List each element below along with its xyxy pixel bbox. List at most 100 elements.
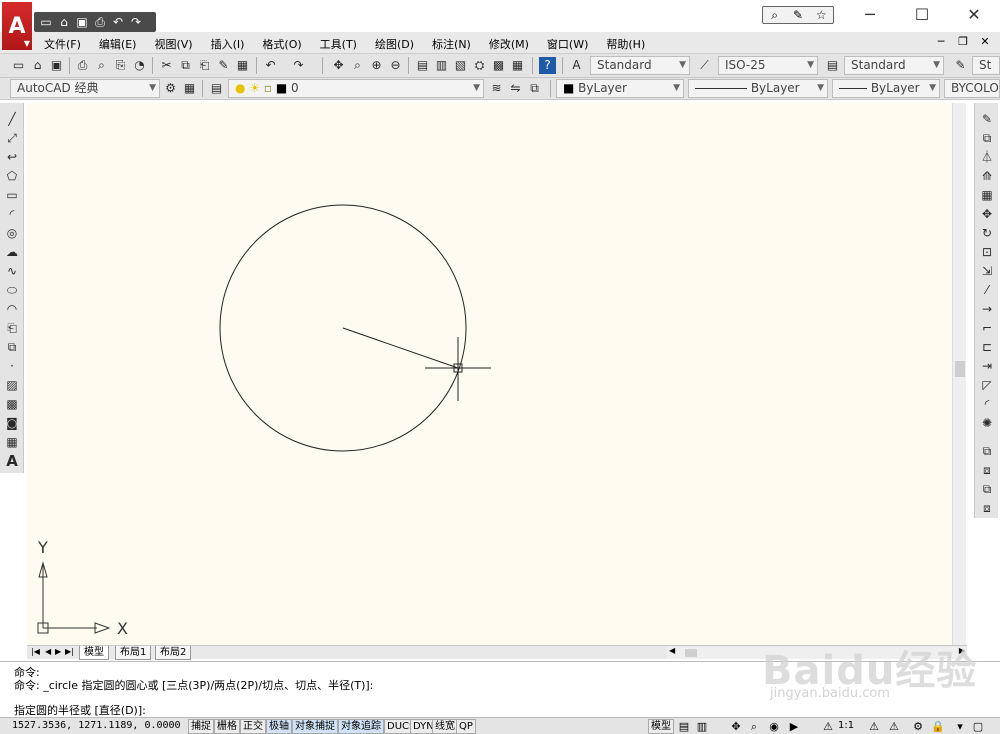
region-icon[interactable]: ◙ [3, 415, 21, 432]
multiline-text-icon[interactable]: A [3, 453, 21, 470]
zoom-previous-icon[interactable]: ⊖ [387, 57, 404, 74]
communication-center-icon[interactable]: ✎ [789, 8, 807, 22]
annotation-scale-icon[interactable]: ⚠ [820, 719, 836, 734]
line-icon[interactable]: ╱ [3, 111, 21, 128]
vertical-scroll-thumb[interactable] [955, 361, 965, 377]
table-icon[interactable]: ▦ [3, 434, 21, 451]
tab-first-icon[interactable]: |◀ [31, 647, 40, 656]
multileader-style-icon[interactable]: ✎ [952, 57, 969, 74]
save-icon[interactable]: ▣ [74, 15, 90, 29]
menu-file[interactable]: 文件(F) [44, 36, 81, 52]
polar-toggle[interactable]: 极轴 [266, 719, 292, 734]
make-block-icon[interactable]: ⧉ [3, 339, 21, 356]
array-icon[interactable]: ▦ [978, 187, 996, 204]
my-workspace-icon[interactable]: ▦ [181, 80, 198, 97]
cut-icon[interactable]: ✂ [158, 57, 175, 74]
favorites-star-icon[interactable]: ☆ [812, 8, 830, 22]
multileader-style-dropdown[interactable]: St [972, 56, 1000, 75]
horizontal-scrollbar[interactable]: ◀ ▶ [667, 646, 967, 659]
point-icon[interactable]: · [3, 358, 21, 375]
erase-icon[interactable]: ✎ [978, 111, 996, 128]
print-preview-icon[interactable]: ⌕ [93, 57, 110, 74]
model-space-button[interactable]: 模型 [648, 719, 674, 734]
print-icon[interactable]: ⎙ [74, 57, 91, 74]
close-button[interactable]: ✕ [954, 4, 994, 26]
drawing-canvas[interactable]: Y X [27, 103, 952, 645]
tab-last-icon[interactable]: ▶| [65, 647, 74, 656]
color-dropdown[interactable]: ■ ByLayer ▼ [556, 79, 684, 98]
block-editor-icon[interactable]: ▦ [234, 57, 251, 74]
offset-icon[interactable]: ⟰ [978, 168, 996, 185]
properties-icon[interactable]: ▤ [414, 57, 431, 74]
3d-dwf-icon[interactable]: ◔ [131, 57, 148, 74]
text-style-icon[interactable]: A [568, 57, 585, 74]
extend-icon[interactable]: → [978, 301, 996, 318]
minimize-button[interactable]: ─ [850, 4, 890, 26]
new-icon[interactable]: ▭ [38, 15, 54, 29]
document-restore-button[interactable]: ❐ [956, 35, 970, 49]
break-icon[interactable]: ⊏ [978, 339, 996, 356]
stretch-icon[interactable]: ⇲ [978, 263, 996, 280]
lineweight-dropdown[interactable]: ByLayer ▼ [832, 79, 940, 98]
linetype-dropdown[interactable]: ByLayer ▼ [688, 79, 828, 98]
break-at-point-icon[interactable]: ⌐ [978, 320, 996, 337]
gradient-icon[interactable]: ▩ [3, 396, 21, 413]
menu-modify[interactable]: 修改(M) [489, 36, 529, 52]
ellipse-arc-icon[interactable]: ◠ [3, 301, 21, 318]
explode-icon[interactable]: ✺ [978, 415, 996, 432]
status-menu-icon[interactable]: ▾ [952, 719, 968, 734]
zoom-icon[interactable]: ⌕ [746, 719, 762, 734]
command-prompt[interactable]: 指定圆的半径或 [直径(D)]: [14, 702, 146, 718]
scale-icon[interactable]: ⊡ [978, 244, 996, 261]
tab-next-icon[interactable]: ▶ [55, 647, 61, 656]
pan-icon[interactable]: ✥ [330, 57, 347, 74]
document-minimize-button[interactable]: ─ [934, 35, 948, 49]
tab-prev-icon[interactable]: ◀ [45, 647, 51, 656]
construction-line-icon[interactable]: ⤢ [3, 130, 21, 147]
layer-state-icon[interactable]: ⧉ [526, 80, 543, 97]
snap-toggle[interactable]: 捕捉 [188, 719, 214, 734]
menu-edit[interactable]: 编辑(E) [99, 36, 137, 52]
menu-draw[interactable]: 绘图(D) [375, 36, 414, 52]
help-icon[interactable]: ? [539, 57, 556, 74]
lineweight-toggle[interactable]: 线宽 [432, 719, 458, 734]
plotstyle-dropdown[interactable]: BYCOLOR [944, 79, 1000, 98]
text-style-dropdown[interactable]: Standard ▼ [590, 56, 690, 75]
spline-icon[interactable]: ∿ [3, 263, 21, 280]
copy-object-icon[interactable]: ⧉ [978, 130, 996, 147]
polygon-icon[interactable]: ⬠ [3, 168, 21, 185]
tab-layout1[interactable]: 布局1 [115, 646, 152, 660]
layer-properties-icon[interactable]: ▤ [208, 80, 225, 97]
table-style-icon[interactable]: ▤ [824, 57, 841, 74]
make-object-layer-current-icon[interactable]: ≋ [488, 80, 505, 97]
vertical-scrollbar[interactable] [952, 103, 966, 645]
copy-icon[interactable]: ⧉ [177, 57, 194, 74]
quick-properties-toggle[interactable]: QP [456, 719, 476, 734]
annotation-visibility-icon[interactable]: ⚠ [866, 719, 882, 734]
command-window[interactable]: 命令: 命令: _circle 指定圆的圆心或 [三点(3P)/两点(2P)/切… [0, 661, 1000, 717]
auto-scale-icon[interactable]: ⚠ [886, 719, 902, 734]
print-icon[interactable]: ⎙ [92, 15, 108, 29]
circle-icon[interactable]: ◎ [3, 225, 21, 242]
workspace-settings-icon[interactable]: ⚙ [162, 80, 179, 97]
layout-icon[interactable]: ▤ [676, 719, 692, 734]
viewport-icon[interactable]: ▥ [694, 719, 710, 734]
tool-palettes-icon[interactable]: ▧ [452, 57, 469, 74]
tab-layout2[interactable]: 布局2 [155, 646, 192, 660]
draworder-front-icon[interactable]: ⧉ [978, 443, 996, 460]
layer-dropdown[interactable]: ● ☀ ▫ ■ 0 ▼ [228, 79, 484, 98]
menu-tools[interactable]: 工具(T) [320, 36, 357, 52]
search-icon[interactable]: ⌕ [766, 8, 784, 23]
layer-previous-icon[interactable]: ⇋ [507, 80, 524, 97]
grid-toggle[interactable]: 栅格 [214, 719, 240, 734]
showmotion-icon[interactable]: ▶ [786, 719, 802, 734]
dimension-style-icon[interactable]: ⟋ [696, 57, 713, 74]
join-icon[interactable]: ⇥ [978, 358, 996, 375]
sheet-set-icon[interactable]: ⛭ [471, 57, 488, 74]
rectangle-icon[interactable]: ▭ [3, 187, 21, 204]
tab-model[interactable]: 模型 [79, 646, 109, 660]
paste-icon[interactable]: ⎗ [196, 57, 213, 74]
save-icon[interactable]: ▣ [48, 57, 65, 74]
menu-window[interactable]: 窗口(W) [547, 36, 588, 52]
design-center-icon[interactable]: ▥ [433, 57, 450, 74]
